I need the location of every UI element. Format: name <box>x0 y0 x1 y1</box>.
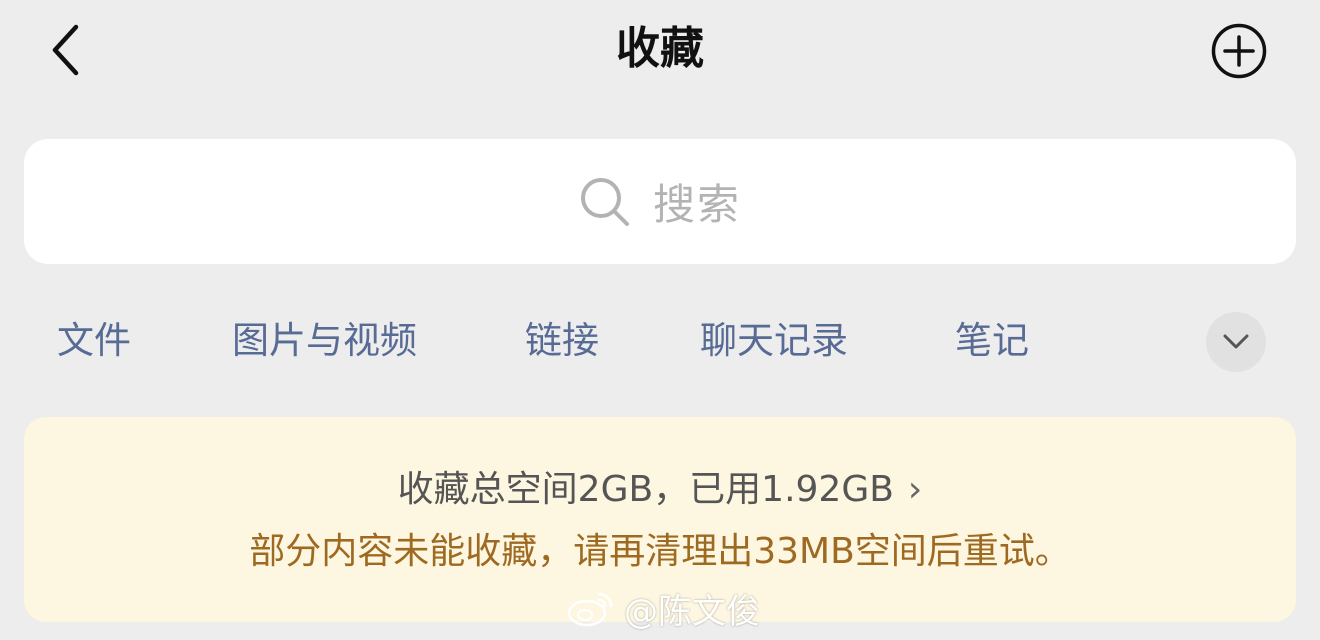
expand-filters-button[interactable] <box>1206 312 1266 372</box>
filter-tab-files[interactable]: 文件 <box>57 316 131 366</box>
chevron-right-icon: › <box>907 469 923 510</box>
storage-warning-text: 部分内容未能收藏，请再清理出33MB空间后重试。 <box>249 531 1071 572</box>
favorites-page: 收藏 搜索 文件 图片与视频 链接 聊天记录 笔记 收藏总空间2GB，已用1.9… <box>0 0 1320 640</box>
storage-usage-line: 收藏总空间2GB，已用1.92GB › <box>24 465 1296 515</box>
page-title: 收藏 <box>616 23 704 74</box>
filter-tab-photos-videos[interactable]: 图片与视频 <box>232 316 417 366</box>
search-input[interactable]: 搜索 <box>24 139 1296 264</box>
search-content: 搜索 <box>579 171 741 232</box>
chevron-down-icon <box>1223 334 1249 349</box>
storage-warning-banner[interactable]: 收藏总空间2GB，已用1.92GB › 部分内容未能收藏，请再清理出33MB空间后… <box>24 417 1296 622</box>
search-placeholder: 搜索 <box>652 180 741 229</box>
filter-tab-chat-history[interactable]: 聊天记录 <box>700 316 848 366</box>
filter-tab-links[interactable]: 链接 <box>525 316 599 366</box>
filter-tab-notes[interactable]: 笔记 <box>955 316 1029 366</box>
storage-usage-text: 收藏总空间2GB，已用1.92GB <box>397 469 894 510</box>
search-icon <box>580 177 629 226</box>
add-button[interactable] <box>1208 20 1270 82</box>
plus-circle-icon <box>1211 23 1267 79</box>
